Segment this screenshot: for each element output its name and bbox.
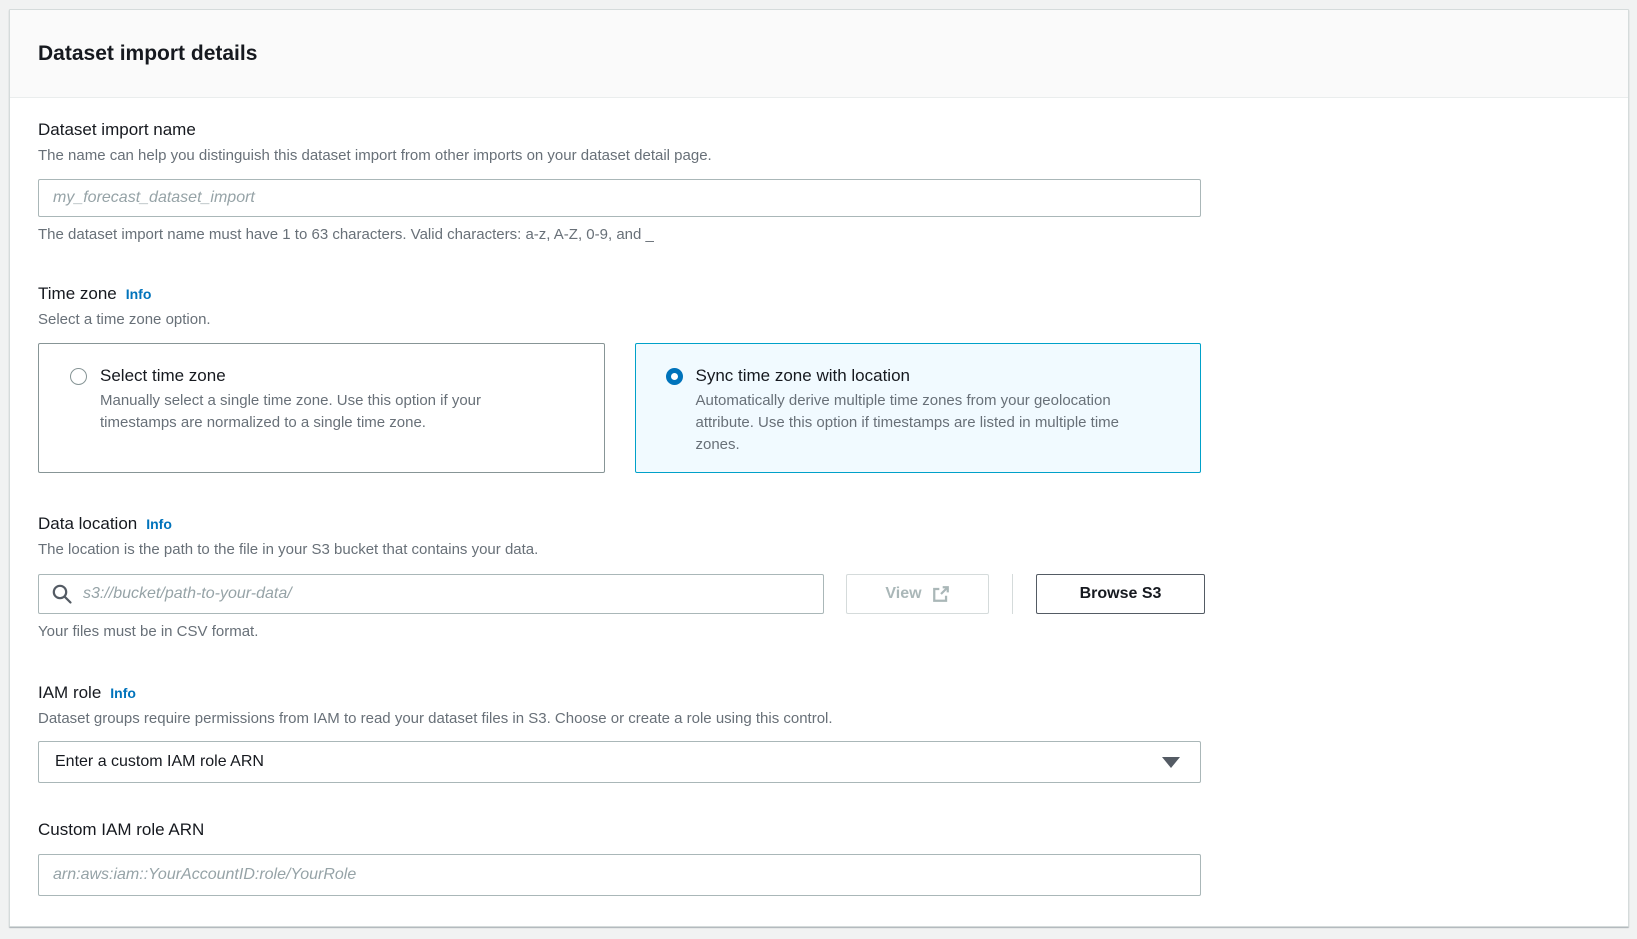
custom-iam-role-arn-label: Custom IAM role ARN xyxy=(38,819,1600,841)
dataset-import-name-description: The name can help you distinguish this d… xyxy=(38,146,1600,166)
tile-select-time-zone-description: Manually select a single time zone. Use … xyxy=(100,390,555,434)
panel-header: Dataset import details xyxy=(10,10,1628,98)
button-divider xyxy=(1012,574,1013,614)
time-zone-info-link[interactable]: Info xyxy=(126,286,152,302)
panel-body: Dataset import name The name can help yo… xyxy=(10,98,1628,896)
tile-sync-time-zone-description: Automatically derive multiple time zones… xyxy=(696,390,1151,456)
time-zone-options: Select time zone Manually select a singl… xyxy=(38,343,1201,473)
external-link-icon xyxy=(932,585,950,603)
iam-role-description: Dataset groups require permissions from … xyxy=(38,709,1600,729)
tile-sync-time-zone-with-location[interactable]: Sync time zone with location Automatical… xyxy=(635,343,1202,473)
dataset-import-name-label: Dataset import name xyxy=(38,119,1600,141)
iam-role-info-link[interactable]: Info xyxy=(110,685,136,701)
iam-role-label: IAM role xyxy=(38,682,101,704)
section-data-location: Data location Info The location is the p… xyxy=(38,513,1600,642)
time-zone-description: Select a time zone option. xyxy=(38,310,1600,330)
section-time-zone: Time zone Info Select a time zone option… xyxy=(38,283,1600,473)
data-location-description: The location is the path to the file in … xyxy=(38,540,1600,560)
browse-s3-button[interactable]: Browse S3 xyxy=(1036,574,1205,614)
data-location-controls: View Browse S3 xyxy=(38,574,1600,614)
tile-sync-time-zone-label: Sync time zone with location xyxy=(696,364,1151,388)
dataset-import-details-panel: Dataset import details Dataset import na… xyxy=(9,9,1629,927)
dataset-import-name-input[interactable] xyxy=(38,179,1201,217)
radio-checked-icon[interactable] xyxy=(666,368,683,385)
radio-unchecked-icon[interactable] xyxy=(70,368,87,385)
view-button-label: View xyxy=(885,585,921,603)
data-location-label: Data location xyxy=(38,513,137,535)
data-location-search xyxy=(38,574,824,614)
iam-role-select[interactable]: Enter a custom IAM role ARN xyxy=(38,741,1201,783)
iam-role-selected-value: Enter a custom IAM role ARN xyxy=(55,753,264,771)
data-location-hint: Your files must be in CSV format. xyxy=(38,622,1600,642)
search-icon xyxy=(51,583,73,605)
dataset-import-name-hint: The dataset import name must have 1 to 6… xyxy=(38,225,1600,245)
section-iam-role: IAM role Info Dataset groups require per… xyxy=(38,682,1600,783)
custom-iam-role-arn-input[interactable] xyxy=(38,854,1201,896)
data-location-info-link[interactable]: Info xyxy=(146,516,172,532)
data-location-input[interactable] xyxy=(38,574,824,614)
section-custom-iam-role-arn: Custom IAM role ARN xyxy=(38,819,1600,896)
view-button[interactable]: View xyxy=(846,574,989,614)
time-zone-label: Time zone xyxy=(38,283,117,305)
chevron-down-icon xyxy=(1162,757,1180,768)
browse-s3-button-label: Browse S3 xyxy=(1080,585,1162,603)
panel-title: Dataset import details xyxy=(38,42,257,66)
section-dataset-import-name: Dataset import name The name can help yo… xyxy=(38,119,1600,245)
tile-select-time-zone[interactable]: Select time zone Manually select a singl… xyxy=(38,343,605,473)
tile-select-time-zone-label: Select time zone xyxy=(100,364,555,388)
